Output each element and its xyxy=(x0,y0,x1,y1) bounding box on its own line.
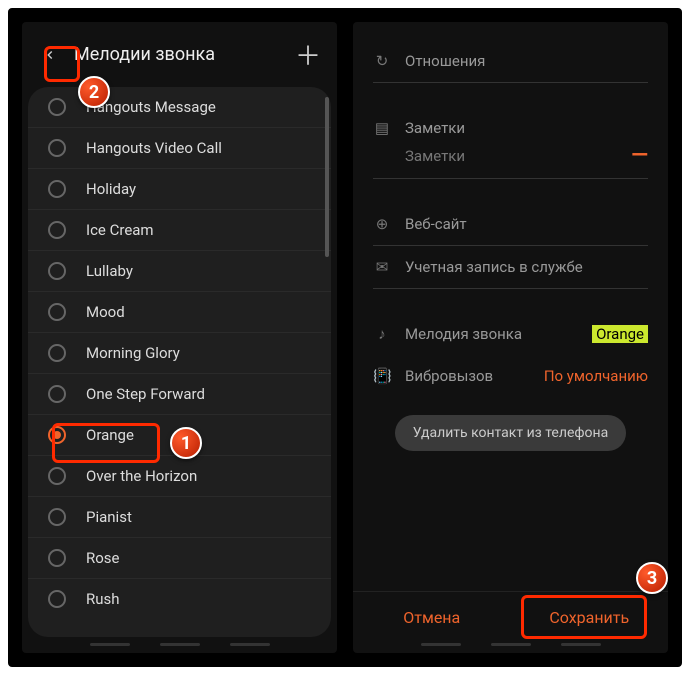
vibration-value: По умолчанию xyxy=(544,367,648,385)
ringtone-label: Rush xyxy=(86,590,120,608)
radio-icon[interactable] xyxy=(48,549,66,567)
delete-contact-button[interactable]: Удалить контакт из телефона xyxy=(395,415,626,451)
ringtone-row[interactable]: Hangouts Message xyxy=(28,87,331,128)
radio-icon[interactable] xyxy=(48,262,66,280)
ringtone-label: Morning Glory xyxy=(86,344,180,362)
radio-icon[interactable] xyxy=(48,98,66,116)
ringtone-list-panel: Hangouts Message Hangouts Video Call Holid… xyxy=(28,87,331,637)
notes-row[interactable]: ▤ Заметки xyxy=(373,107,648,139)
ringtone-row[interactable]: Holiday xyxy=(28,169,331,210)
ringtone-label: Over the Horizon xyxy=(86,467,197,485)
radio-icon[interactable] xyxy=(48,590,66,608)
vibration-icon: 📳 xyxy=(373,367,391,385)
nav-bar xyxy=(22,643,337,653)
ringtone-label: Ice Cream xyxy=(86,221,154,239)
ringtone-label: Pianist xyxy=(86,508,132,526)
account-row[interactable]: ✉ Учетная запись в службе xyxy=(373,246,648,289)
vibration-label: Вибровызов xyxy=(405,367,530,385)
website-label: Веб-сайт xyxy=(405,215,648,233)
ringtone-row[interactable]: Pianist xyxy=(28,497,331,538)
ringtone-row[interactable]: ♪ Мелодия звонка Orange xyxy=(373,313,648,355)
remove-notes-button[interactable]: — xyxy=(631,143,648,168)
radio-icon[interactable] xyxy=(48,303,66,321)
account-label: Учетная запись в службе xyxy=(405,258,648,276)
ringtone-row[interactable]: Mood xyxy=(28,292,331,333)
notes-label: Заметки xyxy=(405,119,648,137)
ringtone-label: Мелодия звонка xyxy=(405,325,578,343)
ringtone-row[interactable]: Hangouts Video Call xyxy=(28,128,331,169)
radio-icon[interactable] xyxy=(48,139,66,157)
save-button[interactable]: Сохранить xyxy=(511,592,669,643)
music-icon: ♪ xyxy=(373,325,391,343)
footer-actions: Отмена Сохранить xyxy=(353,591,668,643)
radio-icon[interactable] xyxy=(48,180,66,198)
relationship-label: Отношения xyxy=(405,52,648,70)
back-button[interactable] xyxy=(38,43,62,67)
radio-icon[interactable] xyxy=(48,467,66,485)
ringtone-value: Orange xyxy=(592,325,648,343)
chevron-left-icon xyxy=(43,48,57,62)
ringtone-row[interactable]: Over the Horizon xyxy=(28,456,331,497)
ringtone-row[interactable]: Morning Glory xyxy=(28,333,331,374)
ringtone-row[interactable]: Ice Cream xyxy=(28,210,331,251)
radio-icon[interactable] xyxy=(48,221,66,239)
ringtone-label: Holiday xyxy=(86,180,136,198)
radio-icon[interactable] xyxy=(48,426,66,444)
screen-title: Мелодии звонка xyxy=(74,44,295,65)
chat-icon: ✉ xyxy=(373,258,391,276)
ringtone-row[interactable]: Rose xyxy=(28,538,331,579)
radio-icon[interactable] xyxy=(48,508,66,526)
relationship-row[interactable]: ↻ Отношения xyxy=(373,40,648,83)
callout-badge-2: 2 xyxy=(78,76,110,108)
ringtone-label: Rose xyxy=(86,549,120,567)
globe-icon: ⊕ xyxy=(373,215,391,233)
ringtone-picker-screen: Мелодии звонка ＋ Hangouts MessageHangout… xyxy=(22,22,337,653)
website-row[interactable]: ⊕ Веб-сайт xyxy=(373,203,648,246)
nav-bar xyxy=(353,643,668,653)
ringtone-label: One Step Forward xyxy=(86,385,205,403)
add-button[interactable]: ＋ xyxy=(295,36,321,73)
scrollbar[interactable] xyxy=(325,97,329,257)
notes-field-row: Заметки — xyxy=(373,139,648,179)
relationship-icon: ↻ xyxy=(373,52,391,70)
appbar: Мелодии звонка ＋ xyxy=(22,22,337,87)
cancel-button[interactable]: Отмена xyxy=(353,592,511,643)
notes-input[interactable]: Заметки xyxy=(405,147,465,165)
callout-badge-1: 1 xyxy=(170,427,202,459)
ringtone-label: Lullaby xyxy=(86,262,133,280)
ringtone-label: Orange xyxy=(86,426,134,444)
ringtone-row[interactable]: Lullaby xyxy=(28,251,331,292)
ringtone-row[interactable]: Rush xyxy=(28,579,331,619)
contact-edit-screen: ↻ Отношения ▤ Заметки Заметки — ⊕ Веб-са… xyxy=(353,22,668,653)
vibration-row[interactable]: 📳 Вибровызов По умолчанию xyxy=(373,355,648,397)
callout-badge-3: 3 xyxy=(636,562,668,594)
radio-icon[interactable] xyxy=(48,385,66,403)
ringtone-label: Mood xyxy=(86,303,125,321)
radio-icon[interactable] xyxy=(48,344,66,362)
ringtone-row[interactable]: One Step Forward xyxy=(28,374,331,415)
ringtone-label: Hangouts Video Call xyxy=(86,139,222,157)
notes-icon: ▤ xyxy=(373,119,391,137)
